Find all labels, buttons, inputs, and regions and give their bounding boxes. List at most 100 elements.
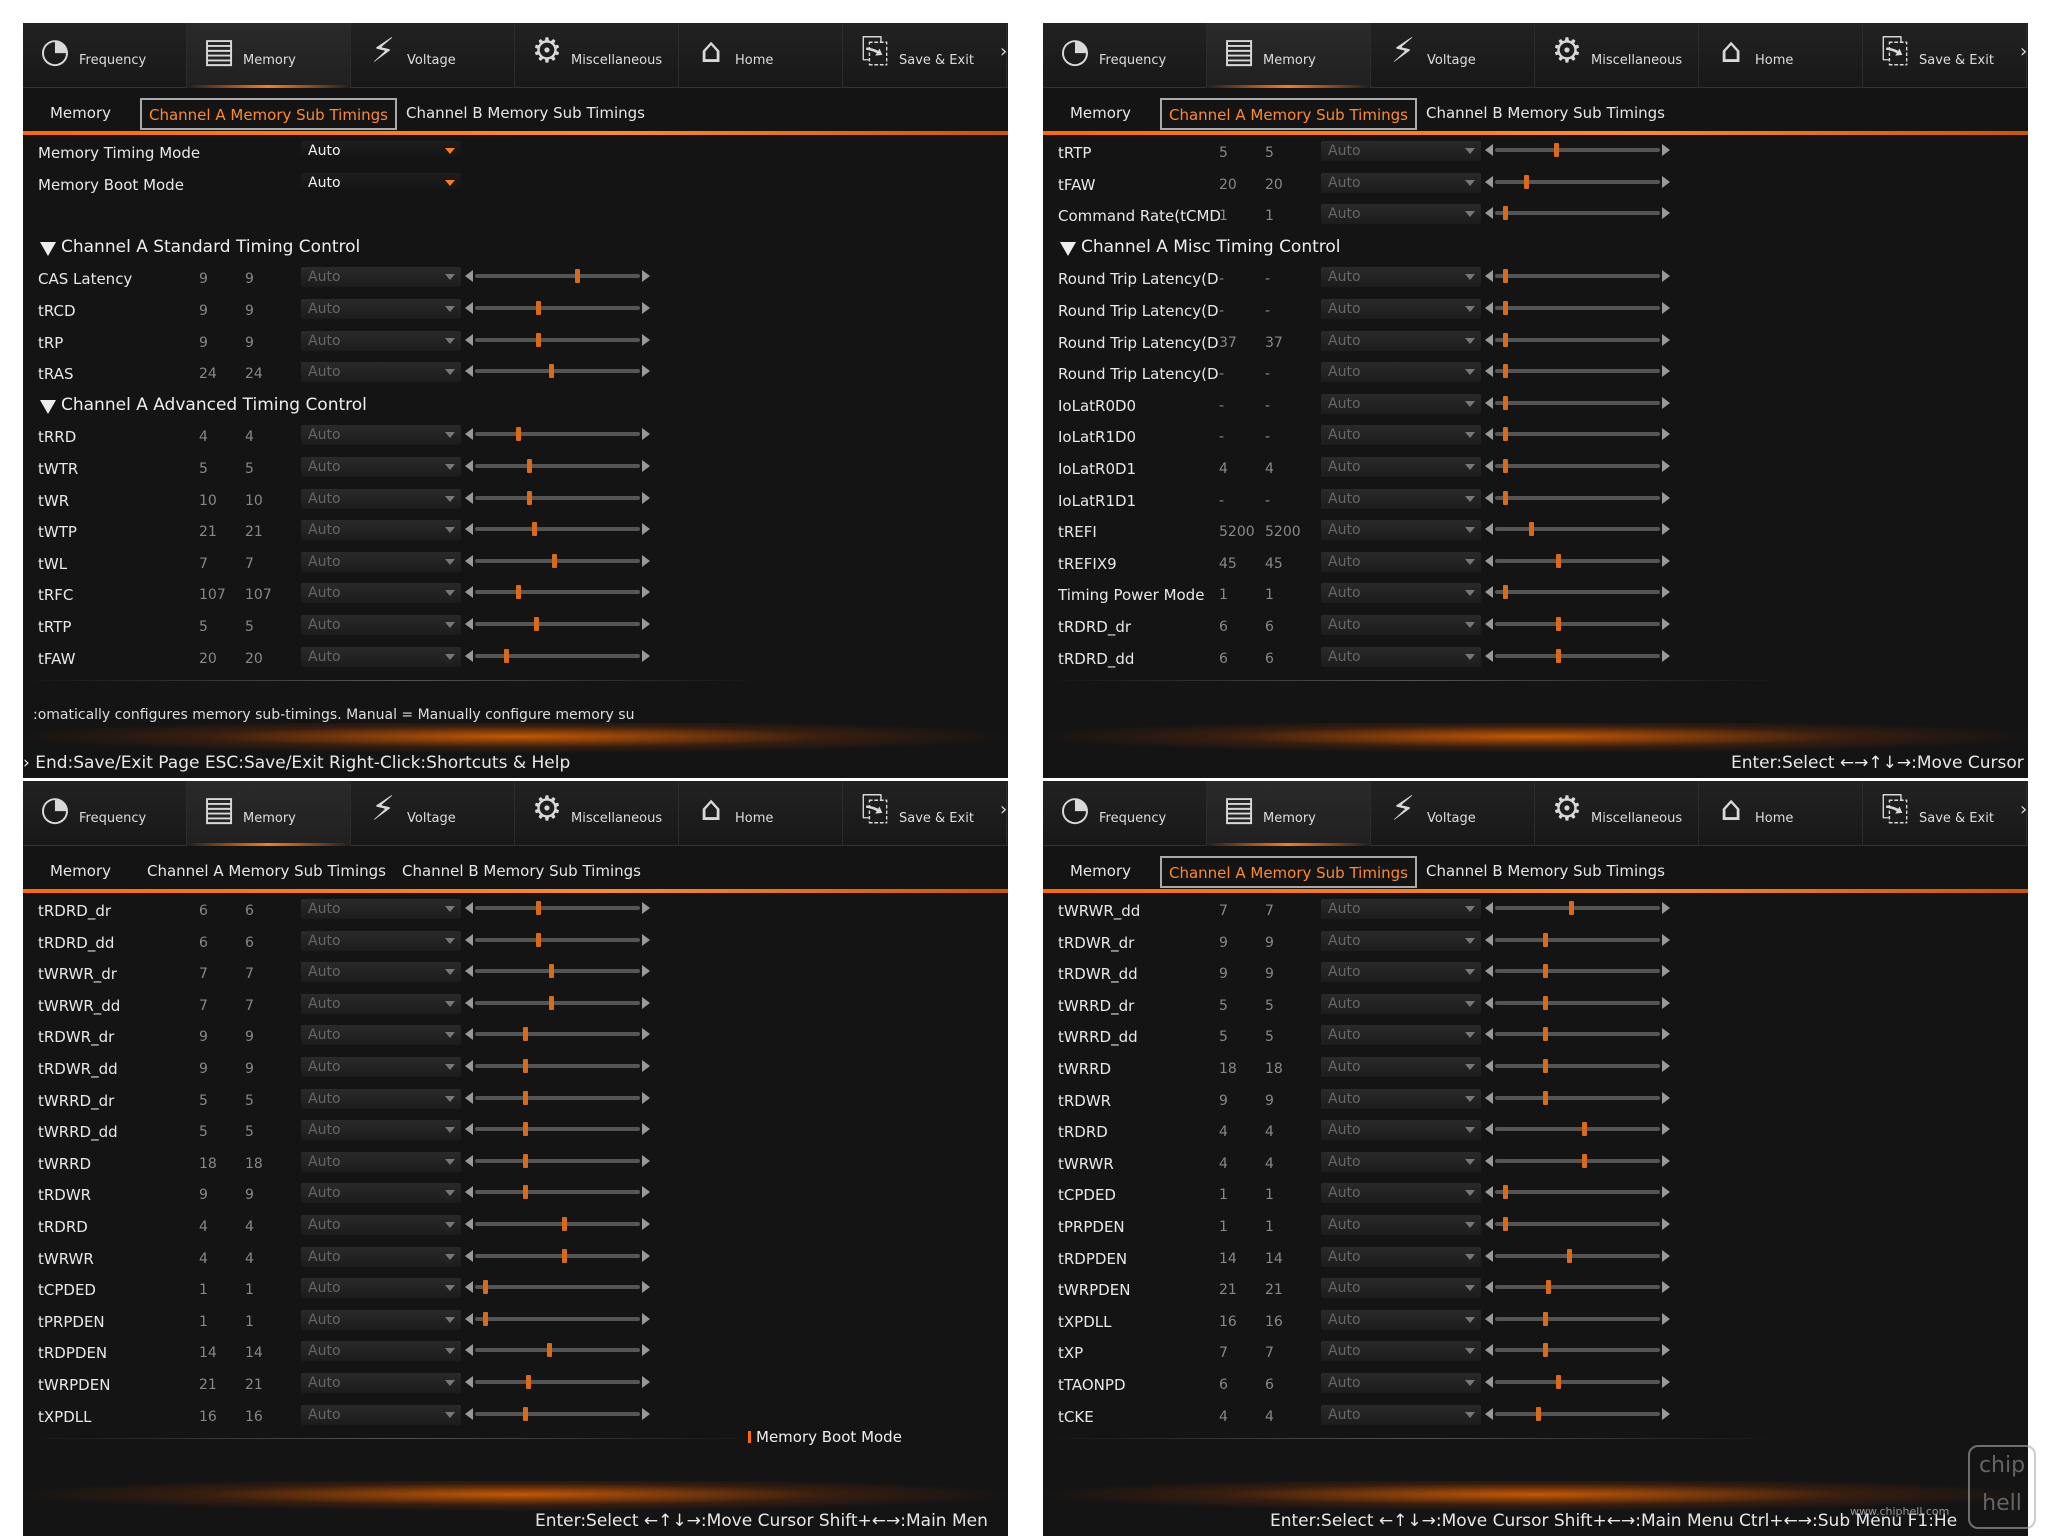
nav-item-home[interactable]: ⌂ Home (679, 781, 843, 846)
timing-select[interactable]: Auto (301, 1120, 461, 1141)
timing-row-tfaw[interactable]: tFAW 20 20 Auto (23, 642, 1008, 674)
slider-right-arrow-icon[interactable] (1662, 1375, 1670, 1388)
nav-item-voltage[interactable]: ⚡ Voltage (1371, 781, 1535, 846)
slider-right-arrow-icon[interactable] (642, 554, 650, 567)
slider-right-arrow-icon[interactable] (642, 902, 650, 914)
slider-right-arrow-icon[interactable] (642, 586, 650, 599)
tab-memory[interactable]: Memory (23, 98, 138, 130)
slider-knob[interactable] (527, 490, 533, 505)
slider-knob[interactable] (1542, 1027, 1548, 1042)
slider-right-arrow-icon[interactable] (1662, 1217, 1670, 1230)
timing-slider[interactable] (1485, 964, 1670, 979)
slider-left-arrow-icon[interactable] (465, 649, 473, 662)
slider-left-arrow-icon[interactable] (1485, 1312, 1493, 1325)
nav-item-voltage[interactable]: ⚡ Voltage (351, 781, 515, 846)
timing-select[interactable]: Auto (1321, 1025, 1481, 1046)
timing-slider[interactable] (465, 1406, 650, 1421)
nav-item-frequency[interactable]: ◔ Frequency (23, 23, 187, 88)
slider-knob[interactable] (1555, 553, 1561, 568)
slider-right-arrow-icon[interactable] (642, 1186, 650, 1199)
timing-select[interactable]: Auto (301, 520, 461, 541)
slider-right-arrow-icon[interactable] (1662, 428, 1670, 441)
slider-left-arrow-icon[interactable] (465, 459, 473, 472)
slider-right-arrow-icon[interactable] (642, 649, 650, 662)
timing-row-twrwr-dr[interactable]: tWRWR_dr 7 7 Auto (23, 957, 1008, 989)
slider-left-arrow-icon[interactable] (1485, 333, 1493, 346)
slider-right-arrow-icon[interactable] (1662, 207, 1670, 220)
timing-row-round-trip-latency-d[interactable]: Round Trip Latency(D - - Auto (1043, 262, 2028, 294)
slider-knob[interactable] (562, 1216, 568, 1231)
slider-right-arrow-icon[interactable] (1662, 396, 1670, 409)
timing-slider[interactable] (1485, 300, 1670, 315)
slider-right-arrow-icon[interactable] (1662, 965, 1670, 978)
slider-knob[interactable] (1555, 648, 1561, 663)
slider-right-arrow-icon[interactable] (1662, 1059, 1670, 1072)
slider-left-arrow-icon[interactable] (1485, 902, 1493, 914)
nav-item-voltage[interactable]: ⚡ Voltage (351, 23, 515, 88)
nav-item-home[interactable]: ⌂ Home (1699, 781, 1863, 846)
timing-slider[interactable] (465, 1153, 650, 1168)
slider-knob[interactable] (535, 932, 541, 947)
timing-slider[interactable] (1485, 490, 1670, 505)
slider-knob[interactable] (1542, 1090, 1548, 1105)
timing-select[interactable]: Auto (1321, 1183, 1481, 1204)
nav-item-frequency[interactable]: ◔ Frequency (23, 781, 187, 846)
mode-row[interactable]: Memory Timing Mode Auto (23, 136, 1008, 168)
timing-row-twrrd[interactable]: tWRRD 18 18 Auto (23, 1147, 1008, 1179)
slider-right-arrow-icon[interactable] (1662, 333, 1670, 346)
timing-slider[interactable] (465, 1343, 650, 1358)
slider-knob[interactable] (522, 1185, 528, 1200)
timing-select[interactable]: Auto (301, 425, 461, 446)
slider-left-arrow-icon[interactable] (1485, 365, 1493, 378)
slider-knob[interactable] (1529, 522, 1535, 537)
slider-left-arrow-icon[interactable] (465, 902, 473, 914)
slider-knob[interactable] (575, 269, 581, 284)
timing-slider[interactable] (1485, 1374, 1670, 1389)
slider-left-arrow-icon[interactable] (465, 1407, 473, 1420)
slider-left-arrow-icon[interactable] (1485, 617, 1493, 630)
timing-select[interactable]: Auto (301, 267, 461, 288)
collapse-triangle-icon[interactable] (40, 241, 56, 256)
slider-right-arrow-icon[interactable] (1662, 902, 1670, 914)
timing-row-trdwr-dd[interactable]: tRDWR_dd 9 9 Auto (23, 1052, 1008, 1084)
slider-knob[interactable] (548, 995, 554, 1010)
timing-select[interactable]: Auto (301, 1278, 461, 1299)
nav-item-save-exit[interactable]: ⎘ Save & Exit (843, 781, 1007, 846)
tab-memory[interactable]: Memory (1043, 856, 1158, 888)
timing-row-twrwr[interactable]: tWRWR 4 4 Auto (23, 1242, 1008, 1274)
slider-left-arrow-icon[interactable] (465, 1123, 473, 1136)
nav-item-memory[interactable]: ▤ Memory (1207, 781, 1371, 846)
slider-left-arrow-icon[interactable] (1485, 1186, 1493, 1199)
timing-select[interactable]: Auto (1321, 141, 1481, 161)
timing-select[interactable]: Auto (301, 646, 461, 667)
nav-item-frequency[interactable]: ◔ Frequency (1043, 781, 1207, 846)
tab-channel-a-memory-sub-timings[interactable]: Channel A Memory Sub Timings (140, 856, 393, 888)
slider-knob[interactable] (522, 1027, 528, 1042)
slider-left-arrow-icon[interactable] (465, 586, 473, 599)
timing-slider[interactable] (465, 364, 650, 379)
timing-row-twtp[interactable]: tWTP 21 21 Auto (23, 515, 1008, 547)
timing-slider[interactable] (465, 1248, 650, 1263)
nav-more-arrow-icon[interactable]: › (1000, 799, 1008, 820)
slider-knob[interactable] (1502, 490, 1508, 505)
slider-right-arrow-icon[interactable] (642, 523, 650, 536)
nav-item-home[interactable]: ⌂ Home (1699, 23, 1863, 88)
timing-select[interactable]: Auto (1321, 172, 1481, 193)
tab-channel-b-memory-sub-timings[interactable]: Channel B Memory Sub Timings (395, 856, 648, 888)
slider-knob[interactable] (515, 427, 521, 442)
timing-row-iolatr1d0[interactable]: IoLatR1D0 - - Auto (1043, 420, 2028, 452)
timing-select[interactable]: Auto (1321, 330, 1481, 351)
slider-knob[interactable] (1545, 1280, 1551, 1295)
slider-right-arrow-icon[interactable] (1662, 365, 1670, 378)
timing-row-trefi[interactable]: tREFI 5200 5200 Auto (1043, 515, 2028, 547)
timing-slider[interactable] (1485, 553, 1670, 568)
slider-knob[interactable] (548, 964, 554, 979)
timing-slider[interactable] (1485, 1343, 1670, 1358)
slider-right-arrow-icon[interactable] (642, 270, 650, 283)
tab-channel-a-memory-sub-timings[interactable]: Channel A Memory Sub Timings (1160, 856, 1417, 888)
nav-item-miscellaneous[interactable]: ⚙ Miscellaneous (1535, 23, 1699, 88)
timing-row-twrrd-dr[interactable]: tWRRD_dr 5 5 Auto (23, 1084, 1008, 1116)
slider-left-arrow-icon[interactable] (465, 617, 473, 630)
timing-slider[interactable] (1485, 143, 1670, 157)
timing-row-trdrd-dr[interactable]: tRDRD_dr 6 6 Auto (1043, 610, 2028, 642)
